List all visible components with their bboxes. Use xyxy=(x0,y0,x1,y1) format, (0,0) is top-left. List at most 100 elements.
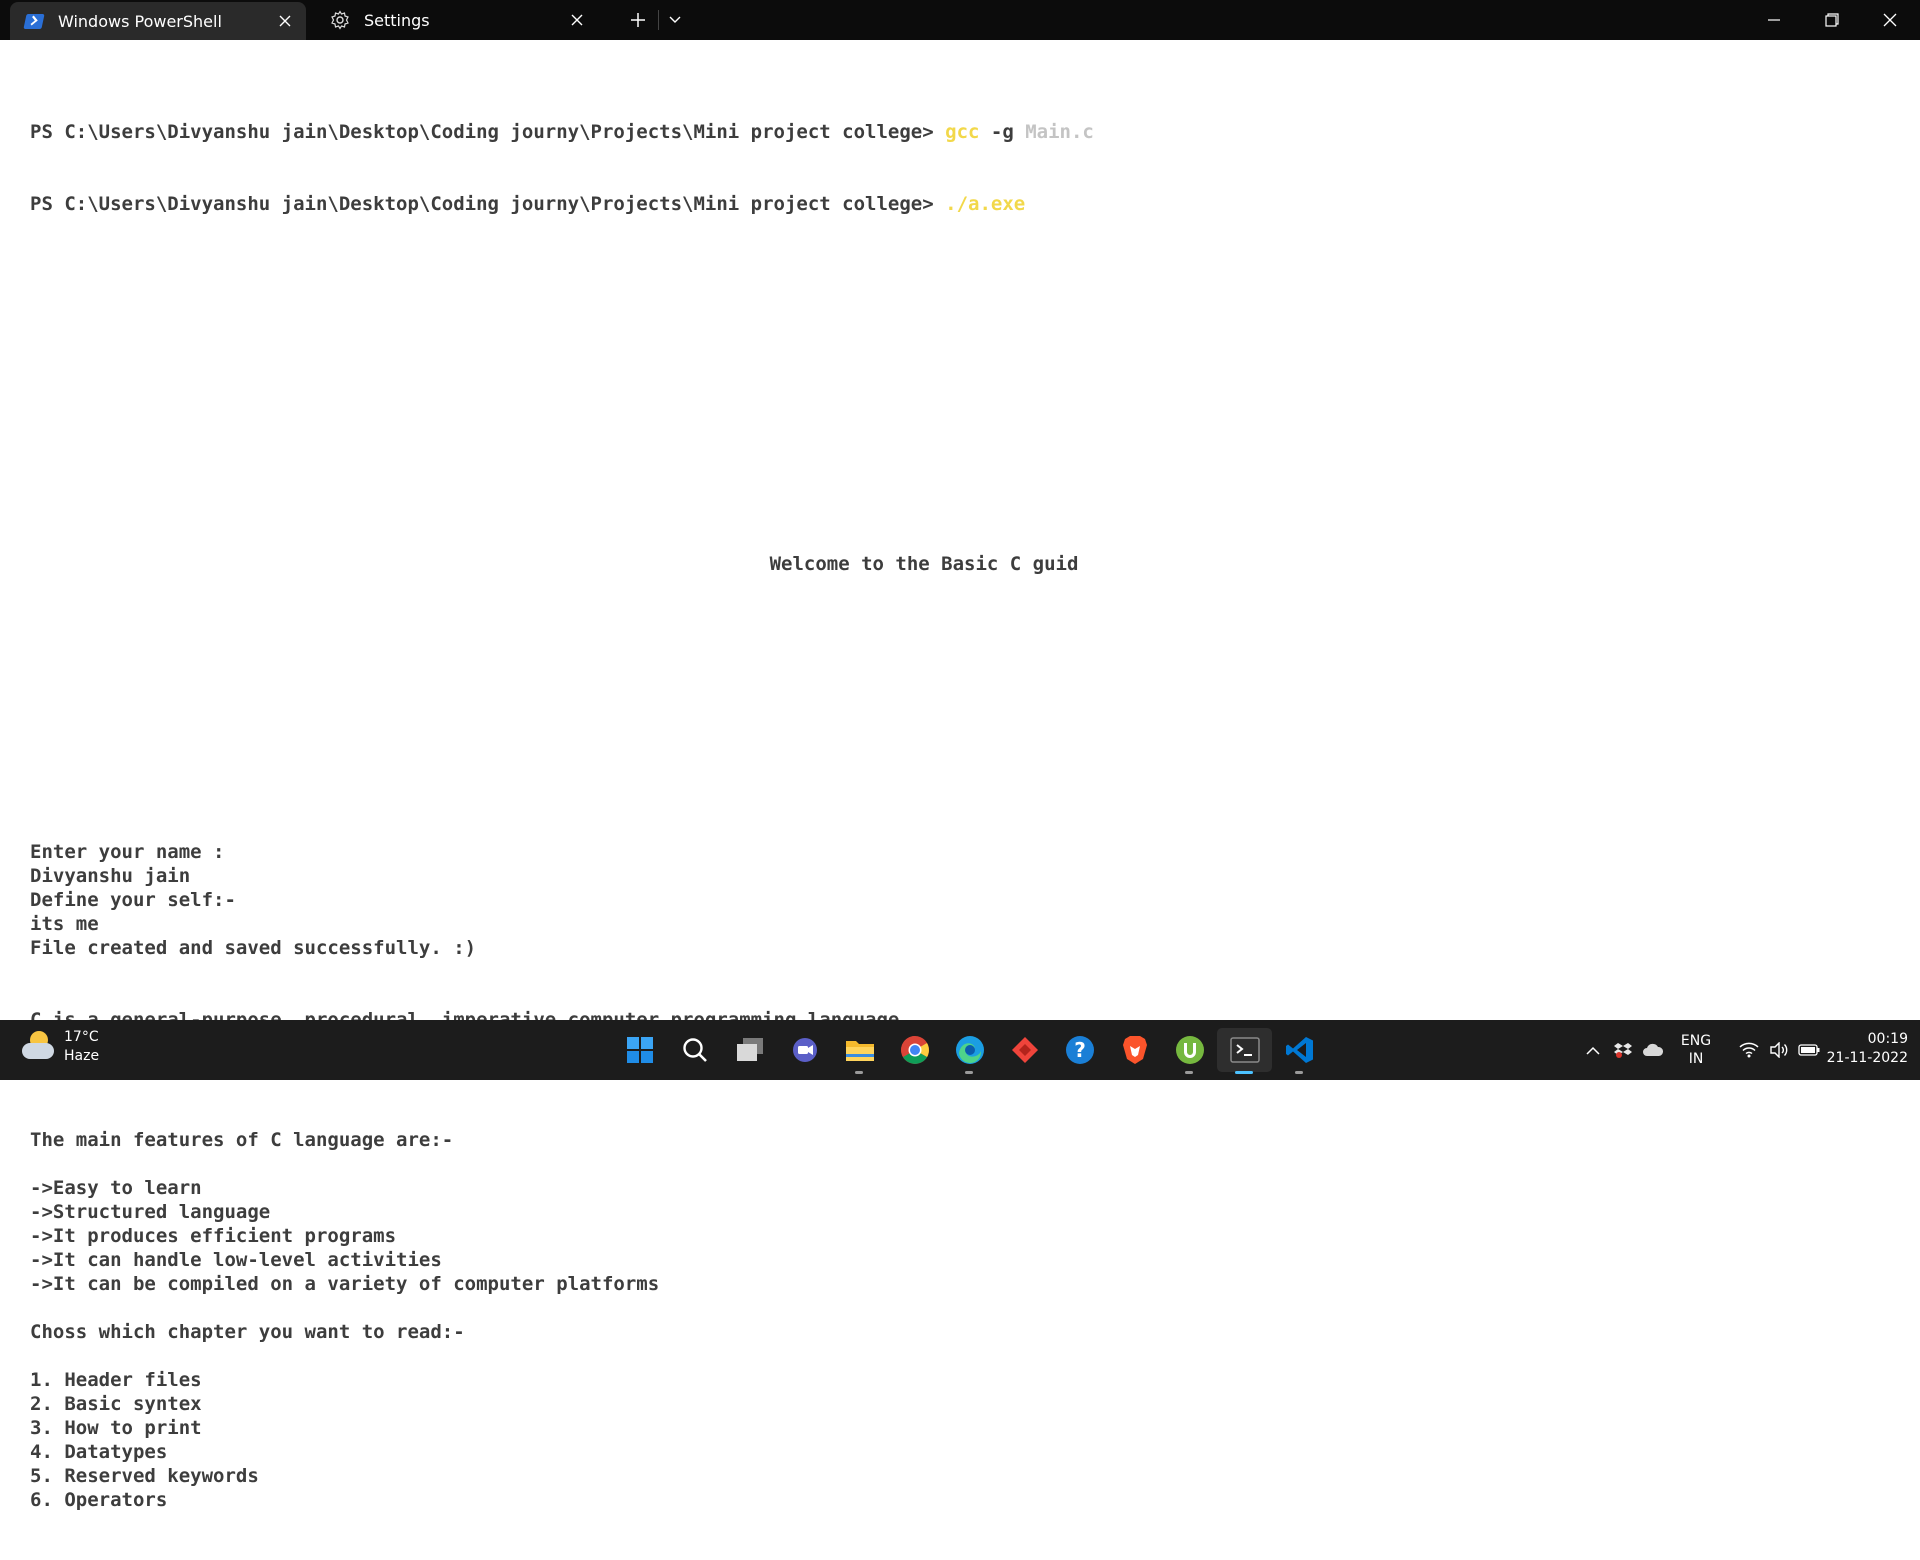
region-label: IN xyxy=(1688,1051,1704,1067)
taskbar: 17°C Haze ? ENG IN 00:19 21-11-2022 xyxy=(0,1020,1920,1080)
close-tab-icon[interactable] xyxy=(562,5,592,35)
brave-button[interactable] xyxy=(1107,1028,1162,1072)
help-button[interactable]: ? xyxy=(1052,1028,1107,1072)
language-label: ENG xyxy=(1680,1033,1712,1049)
task-view-icon xyxy=(736,1038,763,1061)
command-argument: Main.c xyxy=(1025,121,1094,143)
windows-logo-icon xyxy=(626,1037,653,1063)
welcome-heading: Welcome to the Basic C guid xyxy=(769,553,1079,575)
command-line-2: PS C:\Users\Divyanshu jain\Desktop\Codin… xyxy=(30,192,1890,216)
volume-icon[interactable] xyxy=(1764,1035,1794,1065)
title-bar: Windows PowerShell Settings xyxy=(0,0,1920,40)
gear-icon xyxy=(330,10,350,30)
new-tab-button[interactable] xyxy=(620,5,656,35)
vscode-button[interactable] xyxy=(1272,1028,1327,1074)
prompt: PS C:\Users\Divyanshu jain\Desktop\Codin… xyxy=(30,193,946,215)
output-line: its me xyxy=(30,913,99,935)
chrome-icon xyxy=(900,1036,929,1064)
command-name: gcc xyxy=(945,121,980,143)
utorrent-icon xyxy=(1175,1036,1204,1064)
weather-temperature: 17°C xyxy=(64,1029,99,1045)
clock[interactable]: 00:19 21-11-2022 xyxy=(1818,1030,1908,1068)
command-flag: -g xyxy=(979,121,1026,143)
output-line: ->Easy to learn xyxy=(30,1177,202,1199)
restore-button[interactable] xyxy=(1804,0,1860,40)
terminal-button[interactable] xyxy=(1217,1028,1272,1074)
output-line: 1. Header files xyxy=(30,1369,202,1391)
svg-text:?: ? xyxy=(1074,1038,1086,1062)
output-line: Define your self:- xyxy=(30,889,236,911)
taskbar-apps: ? xyxy=(612,1028,1327,1074)
anydesk-button[interactable] xyxy=(997,1028,1052,1072)
show-hidden-icons-button[interactable] xyxy=(1578,1035,1608,1065)
file-explorer-button[interactable] xyxy=(832,1028,887,1074)
output-line: 2. Basic syntex xyxy=(30,1393,202,1415)
output-line: ->It can be compiled on a variety of com… xyxy=(30,1273,660,1295)
terminal-icon xyxy=(1229,1037,1260,1063)
anydesk-icon xyxy=(1011,1037,1038,1063)
output-line: ->It produces efficient programs xyxy=(30,1225,397,1247)
chevron-down-icon xyxy=(669,16,681,23)
edge-icon xyxy=(955,1036,984,1064)
clock-date: 21-11-2022 xyxy=(1826,1050,1908,1066)
output-line: ->Structured language xyxy=(30,1201,271,1223)
clock-time: 00:19 xyxy=(1867,1031,1908,1047)
task-view-button[interactable] xyxy=(722,1028,777,1072)
output-line: Enter your name : xyxy=(30,841,225,863)
tab-separator xyxy=(658,10,659,30)
weather-widget[interactable]: 17°C Haze xyxy=(20,1028,99,1066)
maximize-icon xyxy=(1825,13,1839,27)
command-line-1: PS C:\Users\Divyanshu jain\Desktop\Codin… xyxy=(30,120,1890,144)
output-line: ->It can handle low-level activities xyxy=(30,1249,442,1271)
system-tray: ENG IN xyxy=(1578,1020,1824,1080)
weather-condition: Haze xyxy=(64,1048,100,1064)
terminal-pane[interactable]: PS C:\Users\Divyanshu jain\Desktop\Codin… xyxy=(0,40,1920,1511)
chat-button[interactable] xyxy=(777,1028,832,1072)
output-line: 3. How to print xyxy=(30,1417,202,1439)
tab-windows-powershell[interactable]: Windows PowerShell xyxy=(10,2,306,40)
search-button[interactable] xyxy=(667,1028,722,1072)
tab-label: Settings xyxy=(364,10,430,30)
console-output: PS C:\Users\Divyanshu jain\Desktop\Codin… xyxy=(30,72,1890,1560)
powershell-icon xyxy=(23,11,45,31)
chevron-up-icon xyxy=(1586,1046,1600,1055)
edge-button[interactable] xyxy=(942,1028,997,1074)
partly-cloudy-icon xyxy=(20,1029,56,1065)
search-icon xyxy=(682,1038,707,1062)
help-icon: ? xyxy=(1065,1036,1094,1064)
output-line: File created and saved successfully. :) xyxy=(30,937,477,959)
vscode-icon xyxy=(1285,1037,1313,1063)
brave-icon xyxy=(1122,1036,1147,1064)
utorrent-button[interactable] xyxy=(1162,1028,1217,1074)
close-tab-icon[interactable] xyxy=(270,6,300,36)
minimize-icon xyxy=(1768,19,1780,21)
close-icon xyxy=(1883,13,1897,27)
tab-settings[interactable]: Settings xyxy=(316,0,598,40)
onedrive-cloud-icon[interactable] xyxy=(1638,1035,1668,1065)
output-line: The main features of C language are:- xyxy=(30,1129,454,1151)
start-button[interactable] xyxy=(612,1028,667,1072)
prompt: PS C:\Users\Divyanshu jain\Desktop\Codin… xyxy=(30,121,946,143)
close-window-button[interactable] xyxy=(1862,0,1918,40)
minimize-button[interactable] xyxy=(1746,0,1802,40)
output-line: 5. Reserved keywords xyxy=(30,1465,259,1487)
folder-icon xyxy=(845,1041,874,1061)
output-line: Divyanshu jain xyxy=(30,865,191,887)
dropbox-tray-icon[interactable] xyxy=(1608,1035,1638,1065)
tab-dropdown-button[interactable] xyxy=(660,5,690,35)
output-line: 4. Datatypes xyxy=(30,1441,168,1463)
output-line: 6. Operators xyxy=(30,1489,168,1511)
wifi-icon[interactable] xyxy=(1734,1035,1764,1065)
chrome-button[interactable] xyxy=(887,1028,942,1072)
language-indicator[interactable]: ENG IN xyxy=(1668,1032,1724,1068)
plus-icon xyxy=(631,13,645,27)
tab-label: Windows PowerShell xyxy=(58,11,222,31)
program-output: Enter your name : Divyanshu jain Define yo… xyxy=(30,840,1890,1512)
